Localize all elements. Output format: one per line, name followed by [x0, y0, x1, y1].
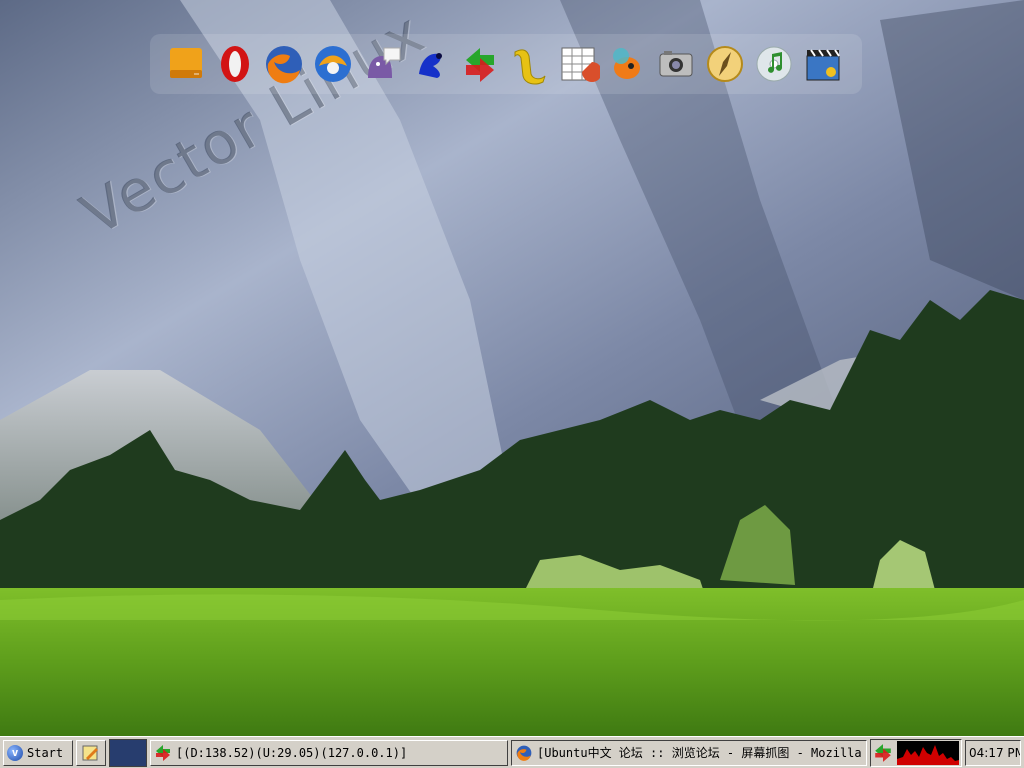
task-network-label: [(D:138.52)(U:29.05)(127.0.0.1)] — [176, 745, 408, 760]
network-arrows-icon[interactable] — [456, 40, 504, 88]
start-logo-icon: v — [7, 744, 23, 761]
start-label: Start — [27, 745, 64, 760]
taskbar: v Start [(D:138.52)(U:29.05)(127.0.0.1)]… — [0, 736, 1024, 768]
frog-icon[interactable] — [407, 40, 455, 88]
music-cd-icon[interactable] — [750, 40, 798, 88]
thunderbird-icon[interactable] — [309, 40, 357, 88]
task-firefox-window[interactable]: [Ubuntu中文 论坛 :: 浏览论坛 - 屏幕抓图 - Mozilla — [511, 739, 867, 766]
drive-icon[interactable] — [162, 40, 210, 88]
task-network-monitor[interactable]: [(D:138.52)(U:29.05)(127.0.0.1)] — [150, 739, 508, 766]
firefox-icon[interactable] — [260, 40, 308, 88]
camera-icon[interactable] — [652, 40, 700, 88]
clock[interactable]: 04:17 PM — [965, 739, 1021, 766]
compass-icon[interactable] — [701, 40, 749, 88]
pencil-icon — [82, 745, 98, 760]
firefox-icon — [516, 745, 532, 761]
spreadsheet-icon[interactable] — [554, 40, 602, 88]
network-arrows-icon — [156, 744, 170, 761]
opera-icon[interactable] — [211, 40, 259, 88]
network-status-icon[interactable] — [873, 743, 893, 763]
desktop-pager[interactable] — [109, 738, 147, 767]
fish-game-icon[interactable] — [603, 40, 651, 88]
quick-launch-editor[interactable] — [76, 739, 106, 766]
movie-icon[interactable] — [799, 40, 847, 88]
pidgin-icon[interactable] — [358, 40, 406, 88]
task-firefox-label: [Ubuntu中文 论坛 :: 浏览论坛 - 屏幕抓图 - Mozilla — [537, 746, 862, 760]
application-dock — [150, 34, 862, 94]
cpu-load-graph[interactable] — [897, 740, 959, 765]
desktop-wallpaper: Vector Linux — [0, 0, 1024, 736]
system-tray — [870, 738, 962, 767]
start-button[interactable]: v Start — [3, 739, 73, 766]
writer-icon[interactable] — [505, 40, 553, 88]
